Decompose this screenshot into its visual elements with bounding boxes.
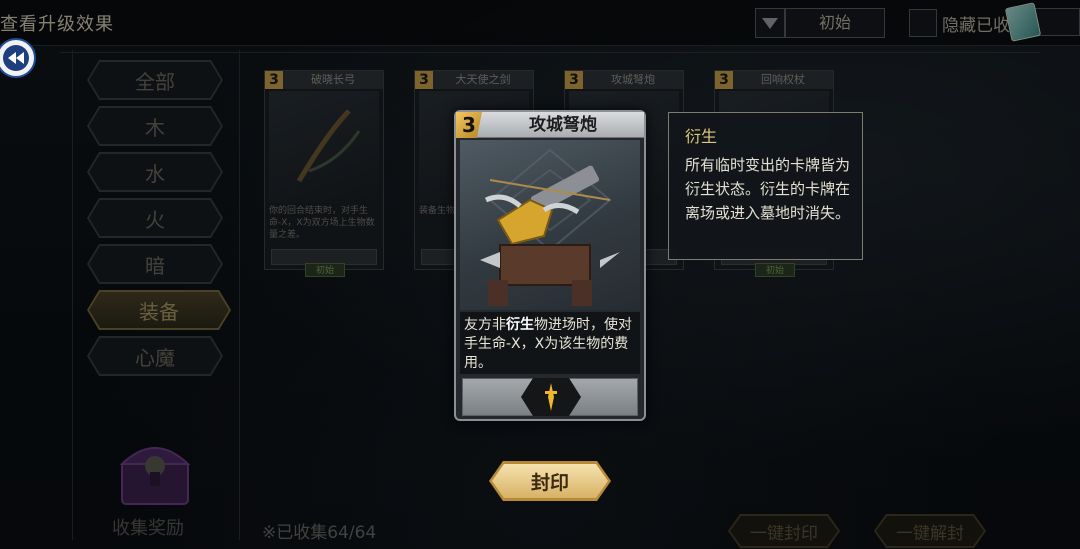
card-title-bar: 3 攻城弩炮 [456, 112, 644, 138]
seal-button[interactable]: 封印 [489, 461, 611, 501]
dagger-icon [545, 383, 557, 411]
keyword-derivative[interactable]: 衍生 [506, 317, 534, 333]
keyword-tooltip: 衍生 所有临时变出的卡牌皆为衍生状态。衍生的卡牌在离场或进入墓地时消失。 [668, 112, 863, 260]
card-footer [462, 378, 638, 416]
seal-label: 封印 [530, 471, 569, 494]
ballista-art [460, 140, 640, 310]
desc-prefix: 友方非 [464, 317, 506, 333]
tooltip-body: 所有临时变出的卡牌皆为衍生状态。衍生的卡牌在离场或进入墓地时消失。 [685, 156, 851, 222]
rewind-icon [3, 45, 29, 71]
card-description: 友方非衍生物进场时，使对手生命-X，X为该生物的费用。 [460, 312, 640, 374]
card-name: 攻城弩炮 [529, 115, 597, 135]
featured-card: 3 攻城弩炮 友方非衍生物进场时，使对手生命-X，X为该生物的费用。 [454, 110, 646, 421]
cost-badge: 3 [456, 112, 482, 138]
equipment-type-badge [521, 378, 581, 416]
tooltip-title: 衍生 [685, 127, 718, 146]
